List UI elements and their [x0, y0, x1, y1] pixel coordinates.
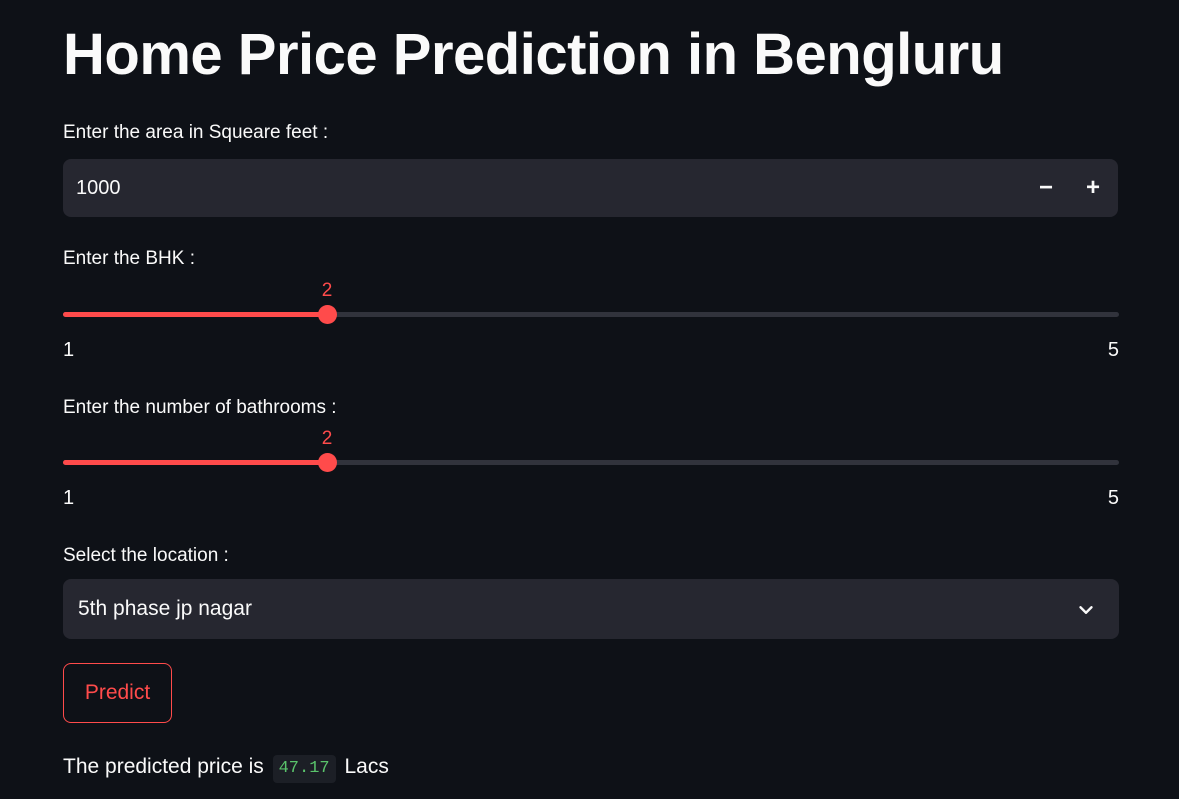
location-label: Select the location : [63, 545, 229, 566]
area-input[interactable] [63, 159, 976, 217]
bhk-slider-thumb[interactable] [318, 305, 337, 324]
bhk-slider-value: 2 [321, 280, 333, 301]
bathrooms-slider-value: 2 [321, 428, 333, 449]
app-page: Home Price Prediction in Bengluru Enter … [0, 0, 1179, 799]
location-selected-value: 5th phase jp nagar [78, 597, 252, 620]
bhk-label: Enter the BHK : [63, 248, 196, 269]
decrement-button[interactable]: − [1026, 168, 1066, 208]
prediction-result: The predicted price is 47.17 Lacs [63, 752, 389, 783]
page-title: Home Price Prediction in Bengluru [63, 22, 1004, 87]
chevron-down-icon [1079, 606, 1093, 614]
bathrooms-slider-thumb[interactable] [318, 453, 337, 472]
predicted-price-value: 47.17 [272, 755, 336, 783]
result-suffix: Lacs [344, 755, 389, 778]
location-select[interactable]: 5th phase jp nagar [63, 579, 1119, 639]
bathrooms-slider-max: 5 [1107, 487, 1119, 509]
bathrooms-slider: 2 1 5 [63, 428, 1119, 518]
result-prefix: The predicted price is [63, 755, 264, 778]
increment-button[interactable]: + [1073, 168, 1113, 208]
bathrooms-label: Enter the number of bathrooms : [63, 397, 337, 418]
bathrooms-slider-fill [63, 460, 327, 465]
bhk-slider-max: 5 [1107, 339, 1119, 361]
bhk-slider-fill [63, 312, 327, 317]
bhk-slider-min: 1 [63, 339, 75, 361]
bhk-slider: 2 1 5 [63, 280, 1119, 370]
area-number-input: − + [63, 159, 1118, 217]
area-label: Enter the area in Squeare feet : [63, 122, 329, 143]
predict-button[interactable]: Predict [63, 663, 172, 723]
bathrooms-slider-min: 1 [63, 487, 75, 509]
